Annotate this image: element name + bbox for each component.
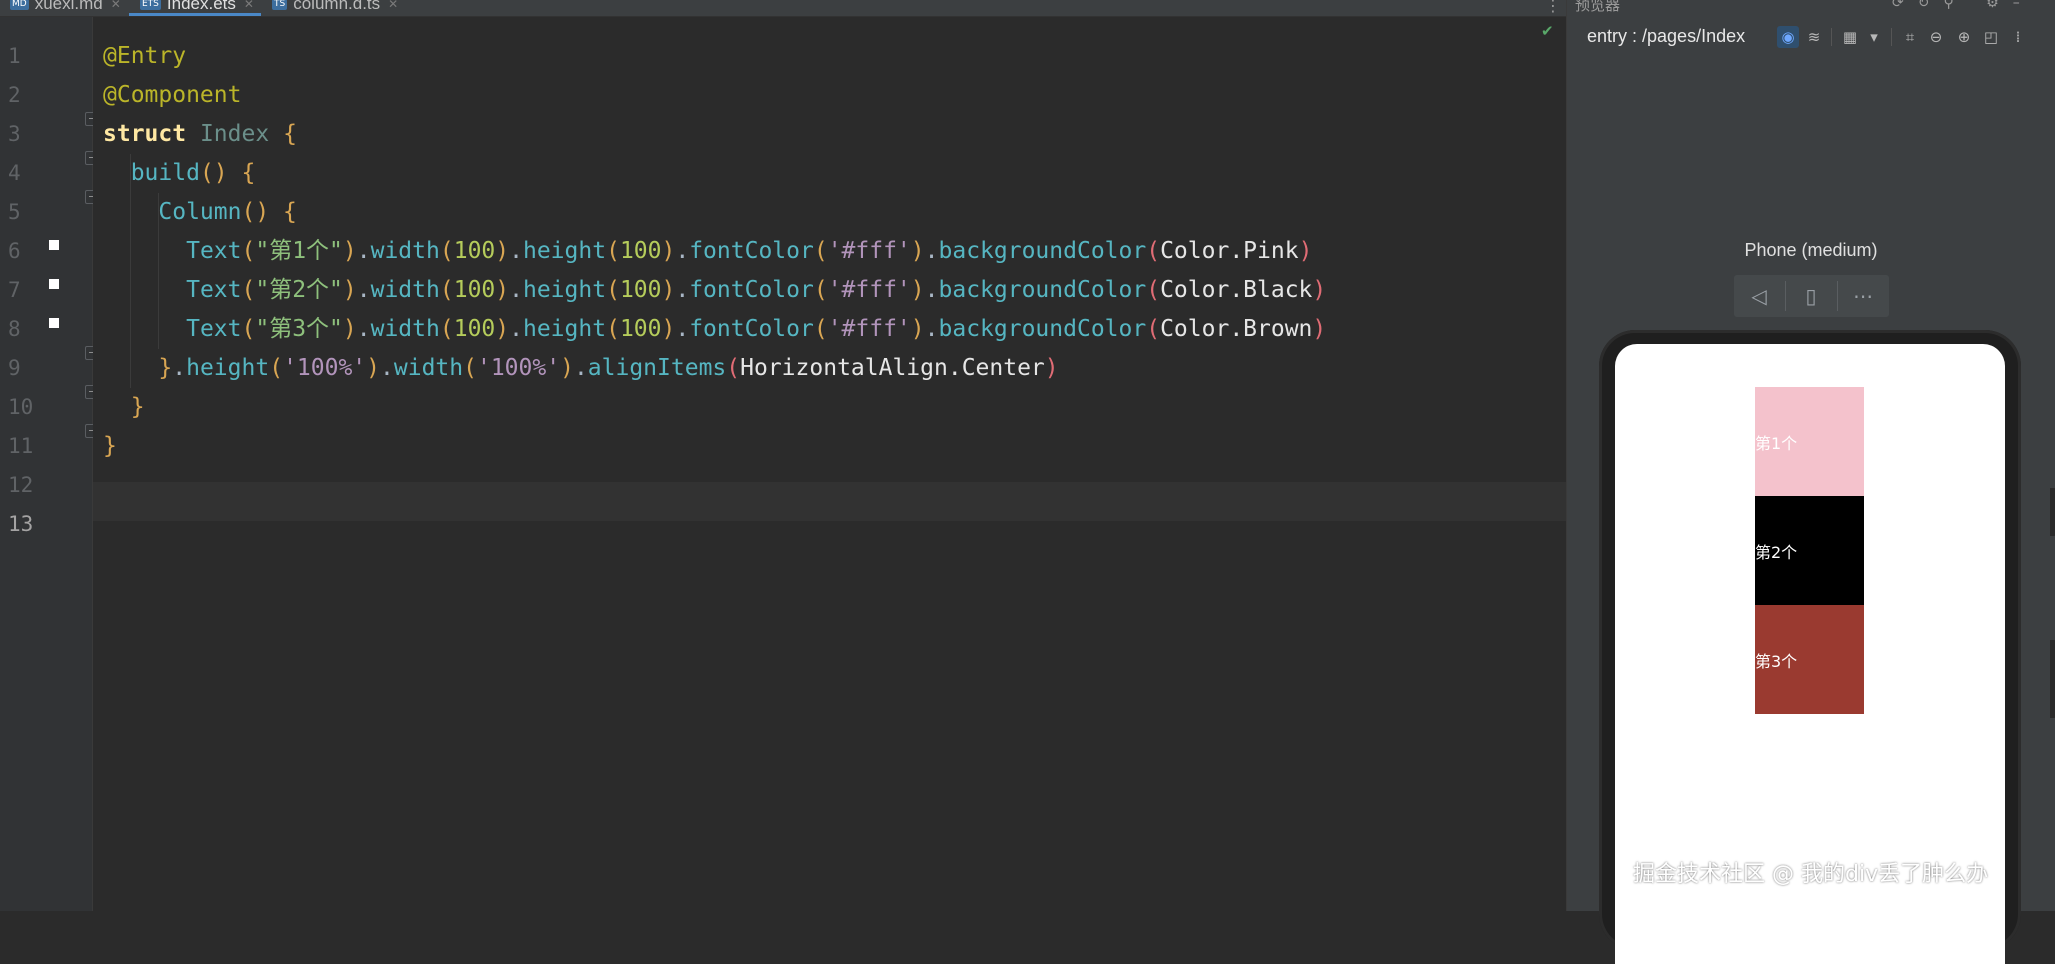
code-line-10: } [130,394,145,420]
preview-box-1: 第1个 [1755,387,1864,496]
close-icon[interactable]: ✕ [388,0,398,11]
current-line-highlight [93,482,1566,521]
code-line-8: Text("第3个").width(100).height(100).fontC… [186,316,1327,342]
code-line-4: build() { [130,160,256,186]
tab-column-d-ts[interactable]: TS column.d.ts ✕ [272,0,398,15]
line-number: 6 [8,239,21,263]
phone-side-button [2050,640,2055,718]
check-icon: ✔ [1541,22,1554,40]
line-number: 11 [8,434,34,458]
line-number: 9 [8,356,21,380]
code-editor[interactable]: @Entry @Component struct Index { build()… [93,17,1566,911]
code-line-11: } [103,433,117,459]
device-nav-controls: ◁ ▯ ⋯ [1734,275,1889,317]
line-number-gutter: 1 2 3 4 5 6 7 8 9 10 11 12 13 [0,17,99,911]
more-vertical-icon[interactable]: ⋮ [1545,0,1561,15]
chevron-down-icon[interactable]: ▾ [1863,26,1885,48]
device-name: Phone (medium) [1744,240,1878,260]
line-number: 8 [8,317,21,341]
line-number: 5 [8,200,21,224]
code-line-3: struct Index { [103,121,297,147]
panel-top-icons[interactable]: ⟳↻⚲ ⚙– [1892,0,2034,11]
code-line-6: Text("第1个").width(100).height(100).fontC… [186,238,1313,264]
line-number-current: 13 [8,512,34,536]
phone-side-button [2050,488,2055,536]
zoom-out-icon[interactable]: ⊖ [1925,26,1947,48]
close-icon[interactable]: ✕ [111,0,121,11]
ets-file-icon: ETS [140,0,161,10]
line-number: 7 [8,278,21,302]
code-line-2: @Component [103,82,242,108]
zoom-in-icon[interactable]: ⊕ [1953,26,1975,48]
bookmark-marker[interactable] [49,240,59,250]
ts-file-icon: TS [272,0,288,10]
bookmark-marker[interactable] [49,279,59,289]
code-line-5: Column() { [158,199,297,225]
md-file-icon: MD [10,0,29,10]
tab-label: xuexi.md [34,0,103,13]
code-line-7: Text("第2个").width(100).height(100).fontC… [186,277,1327,303]
box-label: 第2个 [1755,542,1798,562]
active-tab-indicator [129,13,261,16]
tab-xuexi-md[interactable]: MD xuexi.md ✕ [10,0,121,15]
close-icon[interactable]: ✕ [244,0,254,11]
toolbar-divider [1891,28,1892,46]
back-icon[interactable]: ◁ [1734,275,1784,317]
grid-icon[interactable]: ▦ [1839,26,1861,48]
tab-label: Index.ets [166,0,236,13]
line-number: 10 [8,395,34,419]
box-label: 第1个 [1755,433,1798,453]
layers-icon[interactable]: ≋ [1803,26,1825,48]
watermark-text: 掘金技术社区 @ 我的div丢了肿么办 [1633,862,1989,887]
crop-icon[interactable]: ⌗ [1899,26,1921,48]
line-number: 4 [8,161,21,185]
page-route: entry : /pages/Index [1587,26,1746,46]
code-line-9: }.height('100%').width('100%').alignItem… [158,355,1059,381]
editor-tab-bar: MD xuexi.md ✕ ETS Index.ets ✕ TS column.… [0,0,1566,17]
actual-size-icon[interactable]: ⁞ [2007,26,2029,48]
line-number: 2 [8,83,21,107]
tab-label: column.d.ts [293,0,381,13]
bookmark-marker[interactable] [49,318,59,328]
fit-screen-icon[interactable]: ◰ [1980,26,2002,48]
previewer-toolbar: entry : /pages/Index ◉ ≋ ▦ ▾ ⌗ ⊖ ⊕ ◰ ⁞ [1567,18,2055,54]
toolbar-divider [1831,28,1832,46]
code-line-1: @Entry [103,43,187,69]
inspector-icon[interactable]: ◉ [1777,26,1799,48]
line-number: 12 [8,473,34,497]
box-label: 第3个 [1755,651,1798,671]
rotate-device-icon[interactable]: ▯ [1786,275,1836,317]
more-icon[interactable]: ⋯ [1838,275,1888,317]
line-number: 3 [8,122,21,146]
previewer-panel: 预览器 ⟳↻⚲ ⚙– entry : /pages/Index ◉ ≋ ▦ ▾ … [1567,0,2055,964]
line-number: 1 [8,44,21,68]
preview-box-2: 第2个 [1755,496,1864,605]
previewer-title: 预览器 [1575,0,1621,14]
preview-box-3: 第3个 [1755,605,1864,714]
